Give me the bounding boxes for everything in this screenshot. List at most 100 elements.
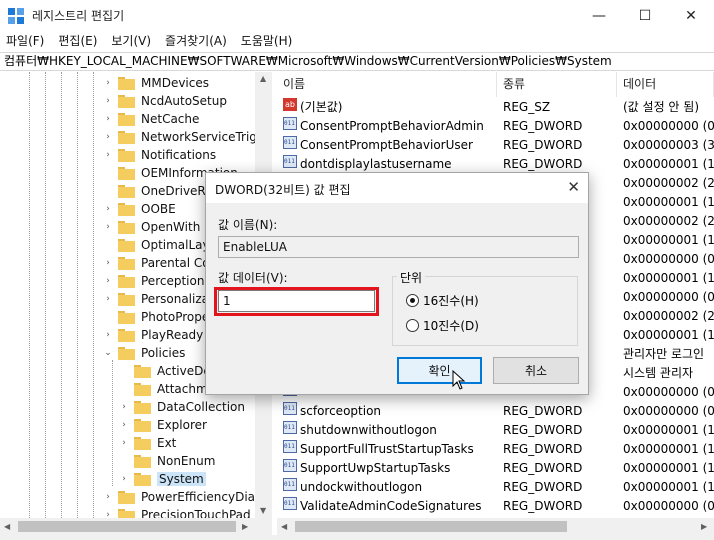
folder-icon xyxy=(118,94,135,108)
dword-value-icon xyxy=(283,117,297,130)
dialog-body: 값 이름(N): EnableLUA 값 데이터(V): 1 단위 16진수(H… xyxy=(206,203,588,394)
expand-arrow-icon[interactable]: › xyxy=(102,114,114,124)
value-type: REG_DWORD xyxy=(503,404,583,418)
expand-arrow-icon[interactable]: › xyxy=(102,222,114,232)
dword-value-icon xyxy=(283,421,297,434)
value-data: 0x00000001 (1) xyxy=(623,157,714,171)
value-data: 0x00000001 (1) xyxy=(623,233,714,247)
scroll-left-icon[interactable]: ◀ xyxy=(4,522,10,531)
tree-item[interactable]: › Explorer xyxy=(118,416,207,434)
folder-icon xyxy=(134,436,151,450)
tree-item[interactable]: › OpenWith xyxy=(102,218,200,236)
expanded-arrow-icon[interactable]: ⌄ xyxy=(102,348,114,358)
value-data: (값 설정 안 됨) xyxy=(623,100,700,114)
folder-icon xyxy=(118,310,135,324)
menu-view[interactable]: 보기(V) xyxy=(111,31,151,51)
maximize-icon: ☐ xyxy=(638,7,652,24)
values-hscroll-thumb[interactable] xyxy=(295,521,567,532)
tree-item[interactable]: › PrecisionTouchPad xyxy=(102,506,251,518)
value-data: 0x00000001 (1) xyxy=(623,480,714,494)
maximize-button[interactable]: ☐ xyxy=(622,0,668,31)
expand-arrow-icon[interactable]: › xyxy=(102,330,114,340)
values-horizontal-scrollbar[interactable]: ◀ ▶ xyxy=(277,518,714,535)
scroll-right-icon[interactable]: ▶ xyxy=(242,522,248,531)
tree-item[interactable]: Attachme xyxy=(118,380,215,398)
expand-arrow-icon[interactable]: › xyxy=(102,276,114,286)
value-row[interactable]: ab (기본값) REG_SZ (값 설정 안 됨) xyxy=(277,98,714,117)
tree-item[interactable]: › PerceptionSi xyxy=(102,272,215,290)
tree-item[interactable]: ⌄ Policies xyxy=(102,344,185,362)
value-name: ValidateAdminCodeSignatures xyxy=(300,499,482,513)
value-data: 0x00000003 (3) xyxy=(623,138,714,152)
minimize-button[interactable]: — xyxy=(576,0,622,31)
tree-item[interactable]: NonEnum xyxy=(118,452,215,470)
scroll-right-icon[interactable]: ▶ xyxy=(701,522,707,531)
tree-item[interactable]: › DataCollection xyxy=(118,398,245,416)
expand-arrow-icon[interactable]: › xyxy=(118,402,130,412)
value-name: shutdownwithoutlogon xyxy=(300,423,437,437)
tree-item-label: PhotoProper xyxy=(141,310,215,324)
tree-item[interactable]: › Personalizati xyxy=(102,290,217,308)
menu-edit[interactable]: 편집(E) xyxy=(58,31,97,51)
tree-item[interactable]: › Ext xyxy=(118,434,176,452)
scroll-left-icon[interactable]: ◀ xyxy=(281,522,287,531)
expand-arrow-icon[interactable]: › xyxy=(118,474,130,484)
tree-item[interactable]: OptimalLayo xyxy=(102,236,217,254)
tree-hscroll-thumb[interactable] xyxy=(18,521,236,532)
scroll-up-icon[interactable]: ▲ xyxy=(260,74,266,83)
tree-item[interactable]: › MMDevices xyxy=(102,74,209,92)
tree-item[interactable]: PhotoProper xyxy=(102,308,214,326)
tree-item[interactable]: › Parental Con xyxy=(102,254,217,272)
value-name: (기본값) xyxy=(300,100,343,114)
expand-arrow-icon[interactable]: › xyxy=(102,294,114,304)
expand-arrow-icon[interactable]: › xyxy=(102,132,114,142)
close-button[interactable]: ✕ xyxy=(668,0,714,31)
dialog-close-icon[interactable]: ✕ xyxy=(567,178,580,196)
expand-arrow-icon[interactable]: › xyxy=(102,204,114,214)
menu-file[interactable]: 파일(F) xyxy=(6,31,44,51)
dword-value-icon xyxy=(283,136,297,149)
folder-icon xyxy=(118,112,135,126)
scroll-down-icon[interactable]: ▼ xyxy=(260,506,266,515)
column-header-type[interactable]: 종류 xyxy=(497,72,617,97)
string-value-icon: ab xyxy=(283,98,297,111)
tree-item-label: NcdAutoSetup xyxy=(141,94,227,108)
tree-item[interactable]: › NetCache xyxy=(102,110,199,128)
value-row[interactable]: ConsentPromptBehaviorAdmin REG_DWORD 0x000… xyxy=(277,117,714,136)
tree-item[interactable]: › OOBE xyxy=(102,200,176,218)
expand-arrow-icon[interactable]: › xyxy=(102,78,114,88)
tree-item[interactable]: › System xyxy=(118,470,206,488)
folder-icon xyxy=(118,292,135,306)
expand-arrow-icon[interactable]: › xyxy=(102,258,114,268)
tree-horizontal-scrollbar[interactable]: ◀ ▶ xyxy=(0,518,272,535)
value-row[interactable]: ConsentPromptBehaviorUser REG_DWORD 0x0000… xyxy=(277,136,714,155)
value-row[interactable]: SupportFullTrustStartupTasks REG_DWORD 0x0… xyxy=(277,440,714,459)
expand-arrow-icon[interactable]: › xyxy=(102,96,114,106)
tree-item[interactable]: › Notifications xyxy=(102,146,216,164)
cancel-button[interactable]: 취소 xyxy=(493,357,579,384)
tree-item[interactable]: › NcdAutoSetup xyxy=(102,92,227,110)
expand-arrow-icon[interactable]: › xyxy=(102,492,114,502)
ok-button[interactable]: 확인 xyxy=(397,357,482,384)
value-row[interactable]: shutdownwithoutlogon REG_DWORD 0x00000001 … xyxy=(277,421,714,440)
value-row[interactable]: SupportUwpStartupTasks REG_DWORD 0x0000000… xyxy=(277,459,714,478)
menu-help[interactable]: 도움말(H) xyxy=(241,31,293,51)
tree-item[interactable]: › PlayReady xyxy=(102,326,203,344)
column-header-name[interactable]: 이름 xyxy=(277,72,497,97)
expand-arrow-icon[interactable]: › xyxy=(118,420,130,430)
value-row[interactable]: scforceoption REG_DWORD 0x00000000 (0) xyxy=(277,402,714,421)
value-row[interactable]: undockwithoutlogon REG_DWORD 0x00000001 (1… xyxy=(277,478,714,497)
expand-arrow-icon[interactable]: › xyxy=(118,438,130,448)
value-row[interactable]: ValidateAdminCodeSignatures REG_DWORD 0x00… xyxy=(277,497,714,516)
address-bar[interactable]: 컴퓨터₩HKEY_LOCAL_MACHINE₩SOFTWARE₩Microsof… xyxy=(0,52,714,71)
expand-arrow-icon[interactable]: › xyxy=(102,150,114,160)
radio-dec[interactable]: 10진수(D) xyxy=(406,317,479,334)
tree-item[interactable]: › PowerEfficiencyDiagn xyxy=(102,488,270,506)
radio-hex[interactable]: 16진수(H) xyxy=(406,292,479,309)
menu-favorites[interactable]: 즐겨찾기(A) xyxy=(165,31,227,51)
expand-arrow-icon[interactable]: › xyxy=(102,510,114,518)
column-header-data[interactable]: 데이터 xyxy=(617,72,714,97)
dword-value-icon xyxy=(283,497,297,510)
tree-item[interactable]: › NetworkServiceTrigge xyxy=(102,128,271,146)
tree-item[interactable]: ActiveDes xyxy=(118,362,217,380)
